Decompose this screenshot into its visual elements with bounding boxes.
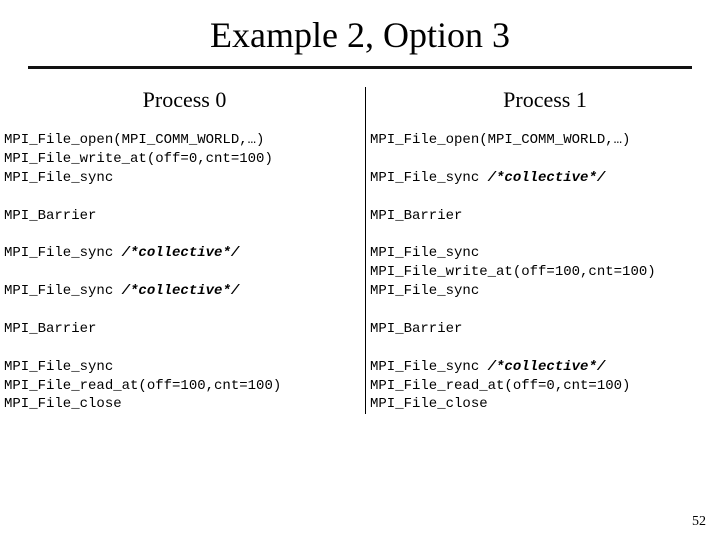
code-line [4, 301, 365, 320]
code-line [370, 150, 720, 169]
code-line: MPI_File_write_at(off=0,cnt=100) [4, 150, 365, 169]
code-text: MPI_Barrier [4, 321, 96, 337]
code-comment: /*collective*/ [488, 170, 606, 186]
code-line [370, 225, 720, 244]
code-line: MPI_File_sync /*collective*/ [4, 282, 365, 301]
code-line: MPI_File_sync /*collective*/ [370, 169, 720, 188]
code-line: MPI_File_read_at(off=100,cnt=100) [4, 377, 365, 396]
code-text: MPI_File_sync [370, 283, 479, 299]
code-comment: /*collective*/ [122, 283, 240, 299]
column-header: Process 0 [4, 87, 365, 113]
code-text [4, 226, 12, 242]
code-text: MPI_File_sync [4, 170, 113, 186]
code-text: MPI_Barrier [370, 321, 462, 337]
columns-container: Process 0 MPI_File_open(MPI_COMM_WORLD,…… [0, 87, 720, 414]
code-comment: /*collective*/ [122, 245, 240, 261]
code-line: MPI_Barrier [4, 207, 365, 226]
code-line: MPI_File_close [370, 395, 720, 414]
code-text [4, 302, 12, 318]
code-text: MPI_File_write_at(off=100,cnt=100) [370, 264, 656, 280]
code-text [4, 189, 12, 205]
code-text [370, 302, 378, 318]
code-line: MPI_Barrier [4, 320, 365, 339]
code-line [370, 339, 720, 358]
code-line: MPI_File_open(MPI_COMM_WORLD,…) [370, 131, 720, 150]
code-line: MPI_File_close [4, 395, 365, 414]
code-line: MPI_File_sync /*collective*/ [370, 358, 720, 377]
code-text [370, 189, 378, 205]
title-rule [28, 66, 692, 69]
column-process-1: Process 1 MPI_File_open(MPI_COMM_WORLD,…… [365, 87, 720, 414]
page-number: 52 [692, 514, 706, 530]
code-text: MPI_File_sync [4, 359, 113, 375]
code-line: MPI_File_read_at(off=0,cnt=100) [370, 377, 720, 396]
code-line [4, 339, 365, 358]
code-text: MPI_Barrier [370, 208, 462, 224]
code-line [4, 188, 365, 207]
code-line: MPI_File_open(MPI_COMM_WORLD,…) [4, 131, 365, 150]
code-line: MPI_Barrier [370, 320, 720, 339]
code-line: MPI_File_sync [4, 358, 365, 377]
code-line: MPI_Barrier [370, 207, 720, 226]
code-text: MPI_File_sync [4, 245, 122, 261]
code-text: MPI_Barrier [4, 208, 96, 224]
code-text: MPI_File_sync [370, 245, 479, 261]
code-text [370, 226, 378, 242]
code-line: MPI_File_write_at(off=100,cnt=100) [370, 263, 720, 282]
code-block: MPI_File_open(MPI_COMM_WORLD,…) MPI_File… [370, 131, 720, 414]
slide-title: Example 2, Option 3 [0, 0, 720, 66]
code-text: MPI_File_sync [370, 170, 488, 186]
code-text: MPI_File_open(MPI_COMM_WORLD,…) [370, 132, 630, 148]
code-text [370, 340, 378, 356]
code-block: MPI_File_open(MPI_COMM_WORLD,…) MPI_File_… [4, 131, 365, 414]
code-text: MPI_File_read_at(off=0,cnt=100) [370, 378, 630, 394]
code-text: MPI_File_close [4, 396, 122, 412]
code-comment: /*collective*/ [488, 359, 606, 375]
code-text: MPI_File_sync [370, 359, 488, 375]
code-line: MPI_File_sync [4, 169, 365, 188]
code-text: MPI_File_close [370, 396, 488, 412]
code-line [370, 188, 720, 207]
code-text: MPI_File_write_at(off=0,cnt=100) [4, 151, 273, 167]
code-text: MPI_File_read_at(off=100,cnt=100) [4, 378, 281, 394]
column-process-0: Process 0 MPI_File_open(MPI_COMM_WORLD,…… [0, 87, 365, 414]
code-text [370, 151, 378, 167]
column-header: Process 1 [370, 87, 720, 113]
code-line: MPI_File_sync [370, 244, 720, 263]
code-text [4, 264, 12, 280]
slide: Example 2, Option 3 Process 0 MPI_File_o… [0, 0, 720, 540]
code-text: MPI_File_sync [4, 283, 122, 299]
code-line: MPI_File_sync [370, 282, 720, 301]
code-line [370, 301, 720, 320]
code-line [4, 225, 365, 244]
code-text [4, 340, 12, 356]
code-text: MPI_File_open(MPI_COMM_WORLD,…) [4, 132, 264, 148]
code-line: MPI_File_sync /*collective*/ [4, 244, 365, 263]
code-line [4, 263, 365, 282]
